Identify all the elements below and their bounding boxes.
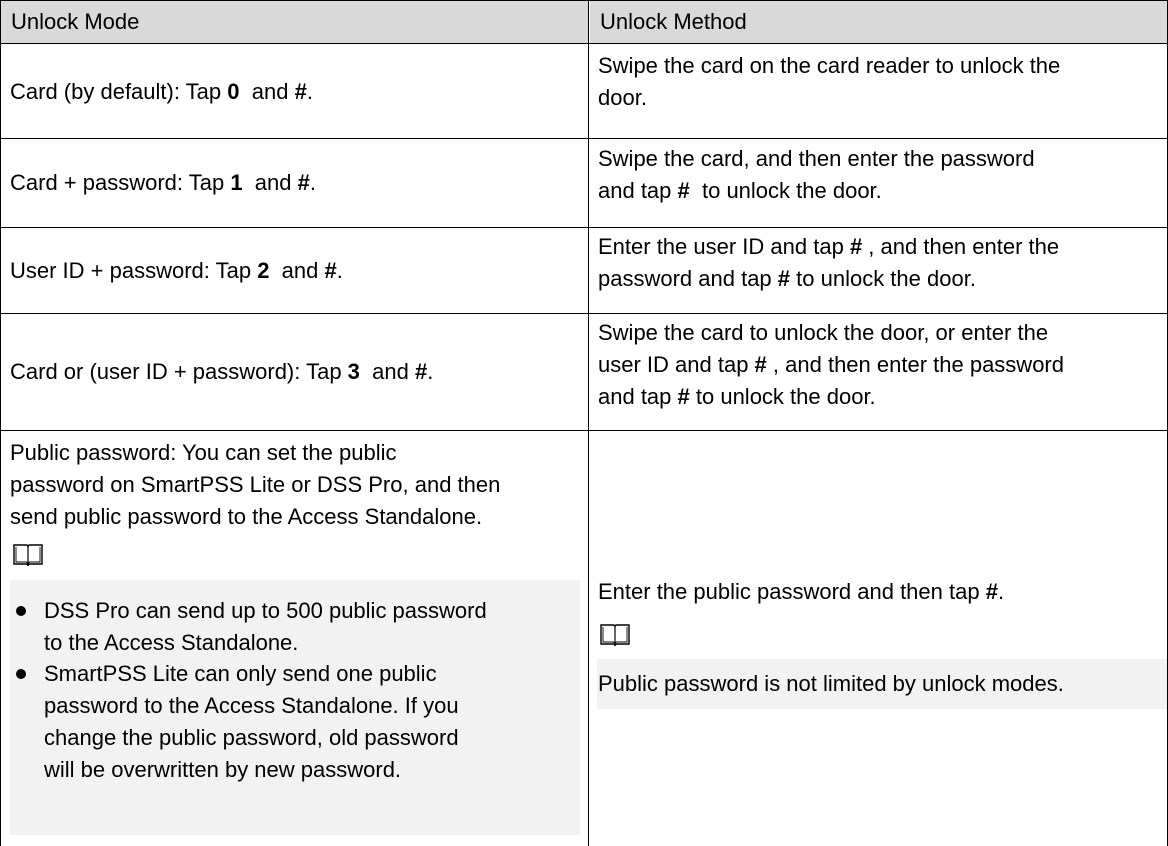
row-divider bbox=[0, 43, 1168, 44]
row-3-method-line-1: Enter the user ID and tap # , and then e… bbox=[598, 234, 1060, 259]
row-1-mode-text: Card (by default): Tap 0 and #. bbox=[10, 78, 313, 104]
row-divider bbox=[0, 227, 1168, 228]
row-1-method: Swipe the card on the card reader to unl… bbox=[598, 50, 1164, 138]
table-divider-center bbox=[588, 0, 589, 846]
row-2-mode: Card + password: Tap 1 and #. bbox=[10, 139, 580, 227]
row-3-mode: User ID + password: Tap 2 and #. bbox=[10, 228, 580, 313]
bullet-1-line-1: DSS Pro can send up to 500 public passwo… bbox=[44, 598, 487, 623]
row-3-mode-text: User ID + password: Tap 2 and #. bbox=[10, 257, 343, 283]
row-5-method-text: Enter the public password and then tap #… bbox=[598, 579, 1005, 604]
unlock-mode-table: Unlock Mode Unlock Method Card (by defau… bbox=[0, 0, 1168, 846]
row-4-method: Swipe the card to unlock the door, or en… bbox=[598, 317, 1164, 430]
row-4-method-line-1: Swipe the card to unlock the door, or en… bbox=[598, 320, 1049, 345]
bullet-1-line-2: to the Access Standalone. bbox=[44, 630, 299, 655]
row-5-mode: Public password: You can set the public … bbox=[10, 437, 586, 537]
bullet-2-line-4: will be overwritten by new password. bbox=[44, 757, 402, 782]
row-divider bbox=[0, 313, 1168, 314]
table-border-top bbox=[0, 0, 1168, 1]
method-note-text: Public password is not limited by unlock… bbox=[598, 668, 1166, 700]
header-unlock-method: Unlock Method bbox=[590, 1, 1168, 43]
row-5-method: Enter the public password and then tap #… bbox=[598, 576, 1164, 608]
header-unlock-mode-label: Unlock Mode bbox=[11, 9, 140, 34]
row-1-method-line-2: door. bbox=[598, 85, 647, 110]
header-unlock-mode: Unlock Mode bbox=[1, 1, 588, 43]
mode-note-bullet-2: SmartPSS Lite can only send one public p… bbox=[44, 658, 574, 786]
row-2-method-line-1: Swipe the card, and then enter the passw… bbox=[598, 146, 1035, 171]
book-note-icon bbox=[12, 542, 44, 568]
bullet-2-line-1: SmartPSS Lite can only send one public bbox=[44, 661, 437, 686]
row-5-mode-line-2: password on SmartPSS Lite or DSS Pro, an… bbox=[10, 472, 501, 497]
row-4-mode: Card or (user ID + password): Tap 3 and … bbox=[10, 314, 580, 430]
bullet-2-line-2: password to the Access Standalone. If yo… bbox=[44, 693, 459, 718]
row-2-mode-text: Card + password: Tap 1 and #. bbox=[10, 170, 316, 195]
row-4-method-line-2: user ID and tap # , and then enter the p… bbox=[598, 352, 1064, 377]
row-divider bbox=[0, 138, 1168, 139]
book-note-icon bbox=[599, 622, 631, 648]
row-4-mode-text: Card or (user ID + password): Tap 3 and … bbox=[10, 359, 434, 384]
method-note-label: Public password is not limited by unlock… bbox=[598, 671, 1064, 696]
bullet-dot bbox=[16, 606, 26, 616]
row-2-method-line-2: and tap # to unlock the door. bbox=[598, 178, 882, 203]
row-divider bbox=[0, 430, 1168, 431]
header-unlock-method-label: Unlock Method bbox=[600, 9, 747, 34]
row-2-method: Swipe the card, and then enter the passw… bbox=[598, 143, 1164, 227]
row-3-method-line-2: password and tap # to unlock the door. bbox=[598, 266, 976, 291]
row-1-method-line-1: Swipe the card on the card reader to unl… bbox=[598, 53, 1061, 78]
bullet-2-line-3: change the public password, old password bbox=[44, 725, 459, 750]
row-5-mode-line-1: Public password: You can set the public bbox=[10, 440, 397, 465]
row-5-mode-line-3: send public password to the Access Stand… bbox=[10, 504, 483, 529]
row-1-mode: Card (by default): Tap 0 and #. bbox=[10, 45, 580, 138]
row-3-method: Enter the user ID and tap # , and then e… bbox=[598, 231, 1164, 313]
table-border-left bbox=[0, 0, 1, 846]
mode-note-bullet-1: DSS Pro can send up to 500 public passwo… bbox=[44, 595, 574, 659]
bullet-dot bbox=[16, 669, 26, 679]
row-4-method-line-3: and tap # to unlock the door. bbox=[598, 384, 876, 409]
